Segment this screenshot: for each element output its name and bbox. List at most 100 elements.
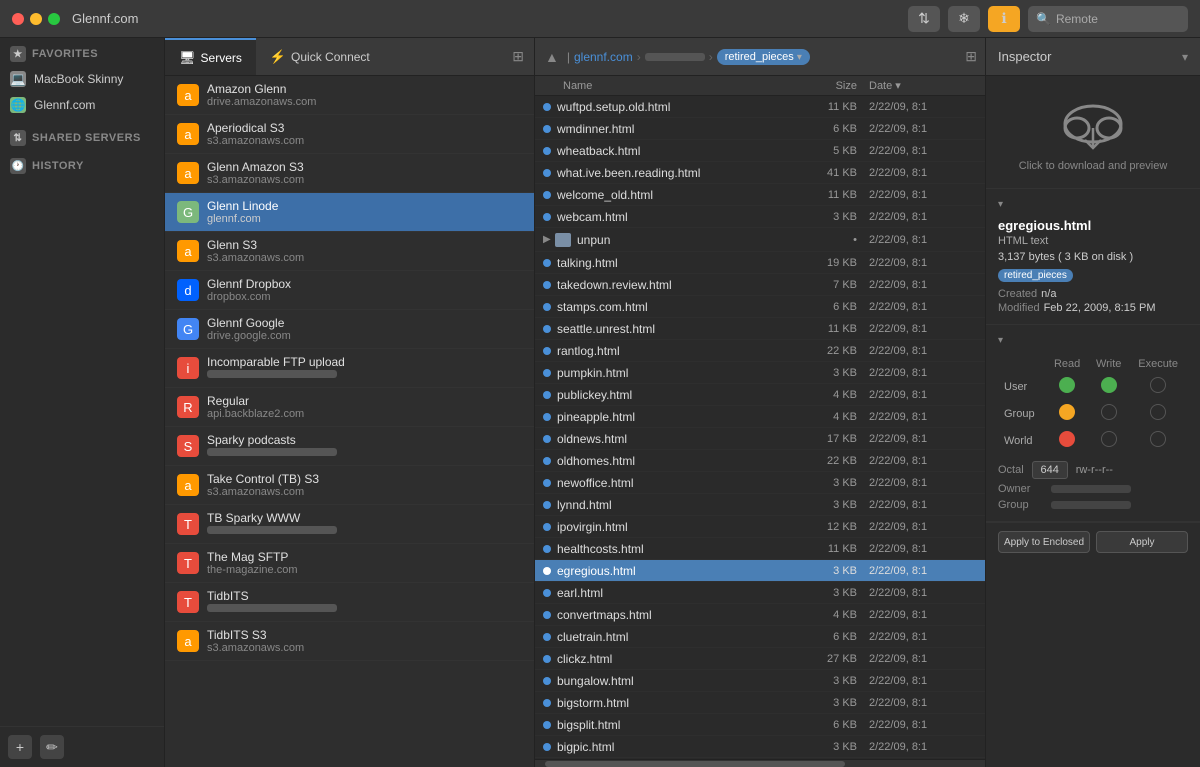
add-server-button[interactable]: + [8, 735, 32, 759]
file-row[interactable]: bungalow.html 3 KB 2/22/09, 8:1 [535, 670, 985, 692]
file-row[interactable]: lynnd.html 3 KB 2/22/09, 8:1 [535, 494, 985, 516]
file-row[interactable]: ipovirgin.html 12 KB 2/22/09, 8:1 [535, 516, 985, 538]
perm-group-write[interactable] [1089, 401, 1128, 426]
file-row[interactable]: healthcosts.html 11 KB 2/22/09, 8:1 [535, 538, 985, 560]
perm-world-execute[interactable] [1130, 428, 1186, 453]
perm-check-world-write[interactable] [1101, 431, 1117, 447]
server-row[interactable]: a Aperiodical S3 s3.amazonaws.com [165, 115, 534, 154]
info-collapse-icon[interactable]: ▾ [998, 199, 1003, 210]
server-row[interactable]: T TB Sparky WWW [165, 505, 534, 544]
file-row[interactable]: bigstorm.html 3 KB 2/22/09, 8:1 [535, 692, 985, 714]
perm-world-write[interactable] [1089, 428, 1128, 453]
network-button[interactable]: ❄ [948, 6, 980, 32]
file-row[interactable]: wuftpd.setup.old.html 11 KB 2/22/09, 8:1 [535, 96, 985, 118]
app-title: Glennf.com [72, 11, 138, 26]
server-row[interactable]: R Regular api.backblaze2.com [165, 388, 534, 427]
folder-expand-arrow[interactable]: ▶ [543, 234, 553, 245]
perm-world-read[interactable] [1047, 428, 1087, 453]
toolbar-up-arrow[interactable]: ▲ [543, 49, 561, 65]
breadcrumb-sep2: › [709, 50, 713, 64]
horizontal-scrollbar[interactable] [535, 759, 985, 767]
file-row[interactable]: wmdinner.html 6 KB 2/22/09, 8:1 [535, 118, 985, 140]
file-date: 2/22/09, 8:1 [857, 543, 977, 555]
perm-user-write[interactable] [1089, 374, 1128, 399]
file-date: 2/22/09, 8:1 [857, 211, 977, 223]
file-row[interactable]: seattle.unrest.html 11 KB 2/22/09, 8:1 [535, 318, 985, 340]
file-row-folder[interactable]: ▶ unpun • 2/22/09, 8:1 [535, 228, 985, 252]
tab-quick-connect[interactable]: ⚡ Quick Connect [256, 38, 384, 75]
perm-check-group-read[interactable] [1059, 404, 1075, 420]
apply-button[interactable]: Apply [1096, 531, 1188, 553]
search-bar[interactable]: 🔍 Remote [1028, 6, 1188, 32]
server-row[interactable]: a Amazon Glenn drive.amazonaws.com [165, 76, 534, 115]
file-size: 3 KB [797, 367, 857, 379]
server-row[interactable]: i Incomparable FTP upload [165, 349, 534, 388]
grid-view-icon[interactable]: ⊞ [502, 48, 534, 65]
apply-to-enclosed-button[interactable]: Apply to Enclosed [998, 531, 1090, 553]
server-row[interactable]: a Glenn Amazon S3 s3.amazonaws.com [165, 154, 534, 193]
perm-check-user-write[interactable] [1101, 377, 1117, 393]
file-row[interactable]: newoffice.html 3 KB 2/22/09, 8:1 [535, 472, 985, 494]
inspector-collapse-button[interactable]: ▾ [1182, 50, 1188, 64]
transfer-button[interactable]: ⇅ [908, 6, 940, 32]
sidebar-item-macbook[interactable]: 💻 MacBook Skinny [0, 66, 164, 92]
server-row-active[interactable]: G Glenn Linode glennf.com [165, 193, 534, 232]
scrollbar-thumb[interactable] [545, 761, 845, 767]
file-row[interactable]: pumpkin.html 3 KB 2/22/09, 8:1 [535, 362, 985, 384]
perm-check-group-write[interactable] [1101, 404, 1117, 420]
file-row[interactable]: bigpic.html 3 KB 2/22/09, 8:1 [535, 736, 985, 758]
file-row[interactable]: bigsplit.html 6 KB 2/22/09, 8:1 [535, 714, 985, 736]
perm-user-read[interactable] [1047, 374, 1087, 399]
file-row[interactable]: oldhomes.html 22 KB 2/22/09, 8:1 [535, 450, 985, 472]
view-toggle-button[interactable]: ⊞ [965, 48, 977, 65]
perm-check-user-execute[interactable] [1150, 377, 1166, 393]
file-row[interactable]: cluetrain.html 6 KB 2/22/09, 8:1 [535, 626, 985, 648]
edit-server-button[interactable]: ✏ [40, 735, 64, 759]
file-row[interactable]: takedown.review.html 7 KB 2/22/09, 8:1 [535, 274, 985, 296]
file-row[interactable]: earl.html 3 KB 2/22/09, 8:1 [535, 582, 985, 604]
perm-group-read[interactable] [1047, 401, 1087, 426]
file-row[interactable]: pineapple.html 4 KB 2/22/09, 8:1 [535, 406, 985, 428]
perm-group-execute[interactable] [1130, 401, 1186, 426]
close-button[interactable] [12, 13, 24, 25]
server-row[interactable]: T The Mag SFTP the-magazine.com [165, 544, 534, 583]
minimize-button[interactable] [30, 13, 42, 25]
server-info: TidbITS [207, 589, 522, 615]
file-size: 7 KB [797, 279, 857, 291]
file-row[interactable]: oldnews.html 17 KB 2/22/09, 8:1 [535, 428, 985, 450]
server-row[interactable]: T TidbITS [165, 583, 534, 622]
file-row[interactable]: clickz.html 27 KB 2/22/09, 8:1 [535, 648, 985, 670]
server-row[interactable]: a Glenn S3 s3.amazonaws.com [165, 232, 534, 271]
sidebar-item-glennf[interactable]: 🌐 Glennf.com [0, 92, 164, 118]
file-row[interactable]: webcam.html 3 KB 2/22/09, 8:1 [535, 206, 985, 228]
perm-check-user-read[interactable] [1059, 377, 1075, 393]
file-row[interactable]: convertmaps.html 4 KB 2/22/09, 8:1 [535, 604, 985, 626]
perm-check-group-execute[interactable] [1150, 404, 1166, 420]
perm-check-world-read[interactable] [1059, 431, 1075, 447]
server-row[interactable]: a TidbITS S3 s3.amazonaws.com [165, 622, 534, 661]
inspector-preview-text: Click to download and preview [1019, 160, 1168, 172]
server-row[interactable]: a Take Control (TB) S3 s3.amazonaws.com [165, 466, 534, 505]
file-row[interactable]: publickey.html 4 KB 2/22/09, 8:1 [535, 384, 985, 406]
perm-user-execute[interactable] [1130, 374, 1186, 399]
perms-collapse-icon[interactable]: ▾ [998, 335, 1003, 346]
server-row[interactable]: S Sparky podcasts [165, 427, 534, 466]
file-name: lynnd.html [557, 498, 797, 512]
breadcrumb-current[interactable]: retired_pieces ▾ [717, 49, 810, 65]
file-row[interactable]: welcome_old.html 11 KB 2/22/09, 8:1 [535, 184, 985, 206]
file-row-selected[interactable]: egregious.html 3 KB 2/22/09, 8:1 [535, 560, 985, 582]
info-button[interactable]: ℹ [988, 6, 1020, 32]
file-row[interactable]: wheatback.html 5 KB 2/22/09, 8:1 [535, 140, 985, 162]
octal-input[interactable] [1032, 461, 1068, 479]
file-row[interactable]: what.ive.been.reading.html 41 KB 2/22/09… [535, 162, 985, 184]
file-row[interactable]: rantlog.html 22 KB 2/22/09, 8:1 [535, 340, 985, 362]
file-row[interactable]: talking.html 19 KB 2/22/09, 8:1 [535, 252, 985, 274]
breadcrumb-root[interactable]: glennf.com [574, 50, 633, 64]
server-row[interactable]: G Glennf Google drive.google.com [165, 310, 534, 349]
inspector-file-info: ▾ egregious.html HTML text 3,137 bytes (… [986, 189, 1200, 325]
tab-servers[interactable]: 🖥 Servers [165, 38, 256, 75]
maximize-button[interactable] [48, 13, 60, 25]
server-row[interactable]: d Glennf Dropbox dropbox.com [165, 271, 534, 310]
perm-check-world-execute[interactable] [1150, 431, 1166, 447]
file-row[interactable]: stamps.com.html 6 KB 2/22/09, 8:1 [535, 296, 985, 318]
